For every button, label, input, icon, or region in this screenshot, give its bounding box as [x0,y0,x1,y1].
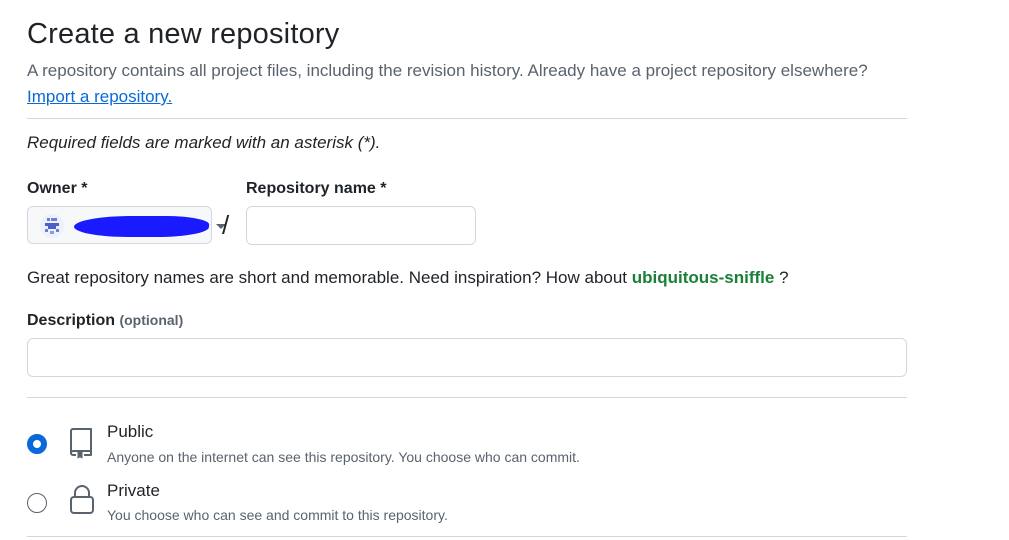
create-repository-page: Create a new repository A repository con… [0,0,1009,540]
description-label: Description (optional) [27,309,183,332]
description-label-text: Description [27,312,116,329]
repository-name-label: Repository name * [246,180,387,197]
divider [27,397,907,398]
hint-text: Great repository names are short and mem… [27,268,628,287]
visibility-public-title: Public [107,422,154,441]
repo-icon [68,427,94,459]
redaction-mark [72,216,211,237]
hint-suffix: ? [779,268,789,287]
visibility-private-title: Private [107,481,160,500]
divider [27,536,907,537]
owner-select[interactable] [27,206,226,244]
lock-icon [69,484,95,516]
description-input[interactable] [27,338,907,377]
visibility-public-description: Anyone on the internet can see this repo… [107,449,580,465]
optional-marker: (optional) [119,312,184,328]
repository-name-input[interactable] [246,206,476,245]
name-suggestion-link[interactable]: ubiquitous-sniffle [632,268,775,287]
import-repository-link[interactable]: Import a repository. [27,87,172,106]
page-title: Create a new repository [27,18,340,50]
visibility-private-radio[interactable] [27,493,47,513]
subtitle-text: A repository contains all project files,… [27,61,868,80]
identicon-avatar-icon [40,214,64,238]
visibility-public-radio[interactable] [27,434,47,454]
page-subtitle: A repository contains all project files,… [27,58,907,110]
divider [27,118,907,119]
avatar [40,214,64,238]
repository-name-hint: Great repository names are short and mem… [27,266,789,290]
owner-label: Owner * [27,180,88,197]
owner-repo-separator: / [222,210,230,240]
visibility-private-description: You choose who can see and commit to thi… [107,507,448,523]
required-fields-note: Required fields are marked with an aster… [27,133,381,152]
